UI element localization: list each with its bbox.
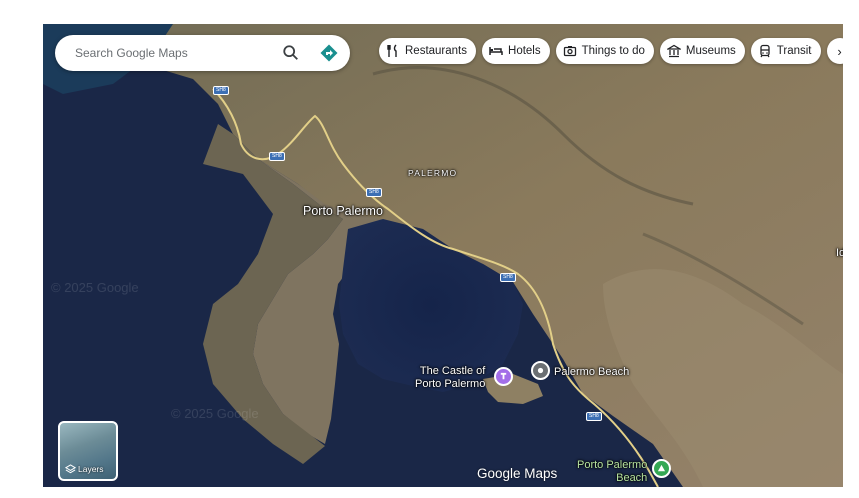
chip-hotels[interactable]: Hotels	[482, 38, 550, 64]
town-label-porto-palermo[interactable]: Porto Palermo	[303, 205, 383, 218]
beach-pin-icon[interactable]	[531, 361, 550, 380]
chip-label: Restaurants	[405, 45, 468, 57]
road-shield-sh8: SH8	[586, 412, 602, 421]
chips-next-button[interactable]: ›	[826, 38, 843, 64]
chip-things-to-do[interactable]: Things to do	[555, 38, 654, 64]
castle-label[interactable]: The Castle of Porto Palermo	[415, 365, 485, 391]
museum-icon	[666, 44, 681, 58]
chip-label: Things to do	[581, 45, 645, 57]
porto-palermo-beach-label[interactable]: Porto Palermo Beach	[577, 459, 647, 485]
chip-museums[interactable]: Museums	[659, 38, 745, 64]
castle-pin-icon[interactable]	[494, 367, 513, 386]
porto-palermo-beach-line1: Porto Palermo	[577, 459, 648, 471]
road-shield-sh8: SH8	[213, 86, 229, 95]
road-shield-sh8: SH8	[500, 273, 516, 282]
category-chips: Restaurants Hotels Things to do Museums …	[379, 38, 843, 64]
road-shield-sh8: SH8	[366, 188, 382, 197]
layers-icon	[65, 464, 76, 474]
hotel-icon	[489, 47, 503, 55]
beach-label[interactable]: Palermo Beach	[554, 366, 629, 379]
directions-icon[interactable]	[319, 43, 339, 63]
edge-label-fragment: Id	[836, 247, 843, 259]
google-watermark: © 2025 Google	[51, 280, 139, 295]
google-maps-logo: Google Maps	[477, 466, 558, 481]
road-shield-sh8: SH8	[269, 152, 285, 161]
google-watermark: © 2025 Google	[171, 406, 259, 421]
search-input[interactable]	[73, 45, 267, 61]
chip-label: Museums	[685, 45, 736, 57]
area-label-palermo: PALERMO	[408, 168, 458, 178]
search-box[interactable]	[55, 35, 350, 71]
park-pin-icon[interactable]	[652, 459, 671, 478]
castle-label-line2: Porto Palermo	[415, 378, 486, 390]
castle-label-line1: The Castle of	[419, 365, 486, 377]
porto-palermo-beach-line2: Beach	[616, 472, 648, 484]
map-canvas[interactable]: PALERMO Porto Palermo Id SH8 SH8 SH8 SH8…	[43, 24, 843, 487]
restaurant-icon	[387, 44, 397, 57]
camera-icon	[563, 46, 576, 57]
layers-button[interactable]: Layers	[58, 421, 118, 481]
chip-label: Transit	[776, 45, 812, 57]
chip-restaurants[interactable]: Restaurants	[379, 38, 477, 64]
satellite-imagery	[43, 24, 843, 487]
chip-label: Hotels	[508, 45, 541, 57]
transit-icon	[760, 44, 770, 58]
chip-transit[interactable]: Transit	[750, 38, 821, 64]
search-icon[interactable]	[282, 44, 300, 62]
layers-label: Layers	[78, 464, 104, 474]
